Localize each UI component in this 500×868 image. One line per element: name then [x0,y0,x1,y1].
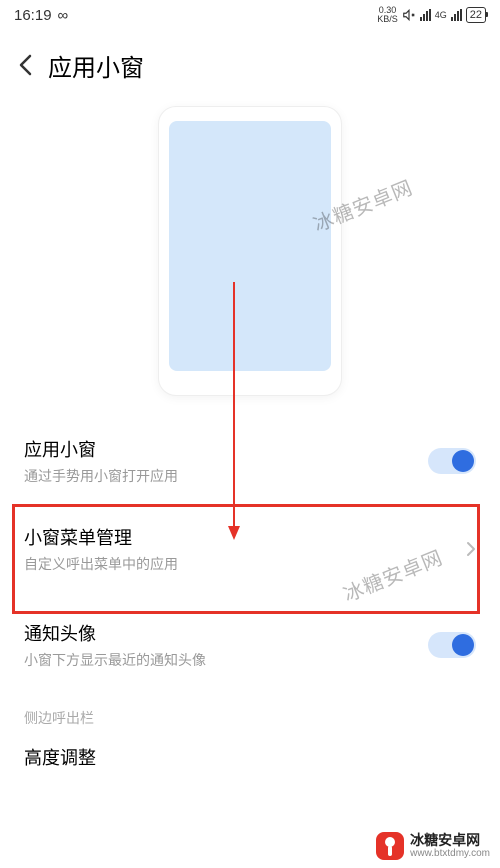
setting-text: 通知头像 小窗下方显示最近的通知头像 [24,620,428,670]
footer-name: 冰糖安卓网 [410,833,490,848]
setting-height-adjust[interactable]: 高度调整 [0,734,500,788]
setting-subtitle: 通过手势用小窗打开应用 [24,466,428,486]
toggle-notification-avatar[interactable] [428,632,476,658]
section-label-side-bar: 侧边呼出栏 [0,684,500,734]
infinity-icon: ∞ [58,7,69,24]
footer-logo: 冰糖安卓网 www.btxtdmy.com [376,832,490,860]
footer-text: 冰糖安卓网 www.btxtdmy.com [410,833,490,859]
signal-bars-icon [420,9,431,21]
setting-title: 通知头像 [24,620,428,646]
footer-url: www.btxtdmy.com [410,848,490,859]
phone-preview [0,100,500,396]
signal-bars-icon-2 [451,9,462,21]
setting-title: 应用小窗 [24,436,428,462]
setting-text: 小窗菜单管理 自定义呼出菜单中的应用 [24,524,466,574]
toggle-app-window[interactable] [428,448,476,474]
setting-text: 高度调整 [24,744,476,774]
setting-title: 小窗菜单管理 [24,524,466,550]
toggle-knob [452,450,474,472]
status-left: 16:19 ∞ [14,7,68,24]
setting-app-window[interactable]: 应用小窗 通过手势用小窗打开应用 [0,420,500,500]
network-speed: 0.30 KB/S [377,6,398,24]
mute-icon [402,8,416,22]
toggle-knob [452,634,474,656]
page-title: 应用小窗 [48,48,144,83]
setting-notification-avatar[interactable]: 通知头像 小窗下方显示最近的通知头像 [0,598,500,684]
setting-menu-management[interactable]: 小窗菜单管理 自定义呼出菜单中的应用 [0,500,500,598]
back-icon[interactable] [18,54,32,76]
status-right: 0.30 KB/S 4G 22 [377,6,486,24]
setting-subtitle: 自定义呼出菜单中的应用 [24,554,466,574]
status-time: 16:19 [14,7,52,24]
network-type: 4G [435,10,447,20]
page-header: 应用小窗 [0,30,500,100]
logo-icon [376,832,404,860]
phone-screen [169,121,331,371]
chevron-right-icon [466,541,476,557]
main-content: 应用小窗 通过手势用小窗打开应用 小窗菜单管理 自定义呼出菜单中的应用 通知头像… [0,100,500,788]
phone-frame [158,106,342,396]
battery-indicator: 22 [466,7,486,23]
setting-subtitle: 小窗下方显示最近的通知头像 [24,650,428,670]
setting-text: 应用小窗 通过手势用小窗打开应用 [24,436,428,486]
setting-title: 高度调整 [24,744,476,770]
status-bar: 16:19 ∞ 0.30 KB/S 4G 22 [0,0,500,30]
